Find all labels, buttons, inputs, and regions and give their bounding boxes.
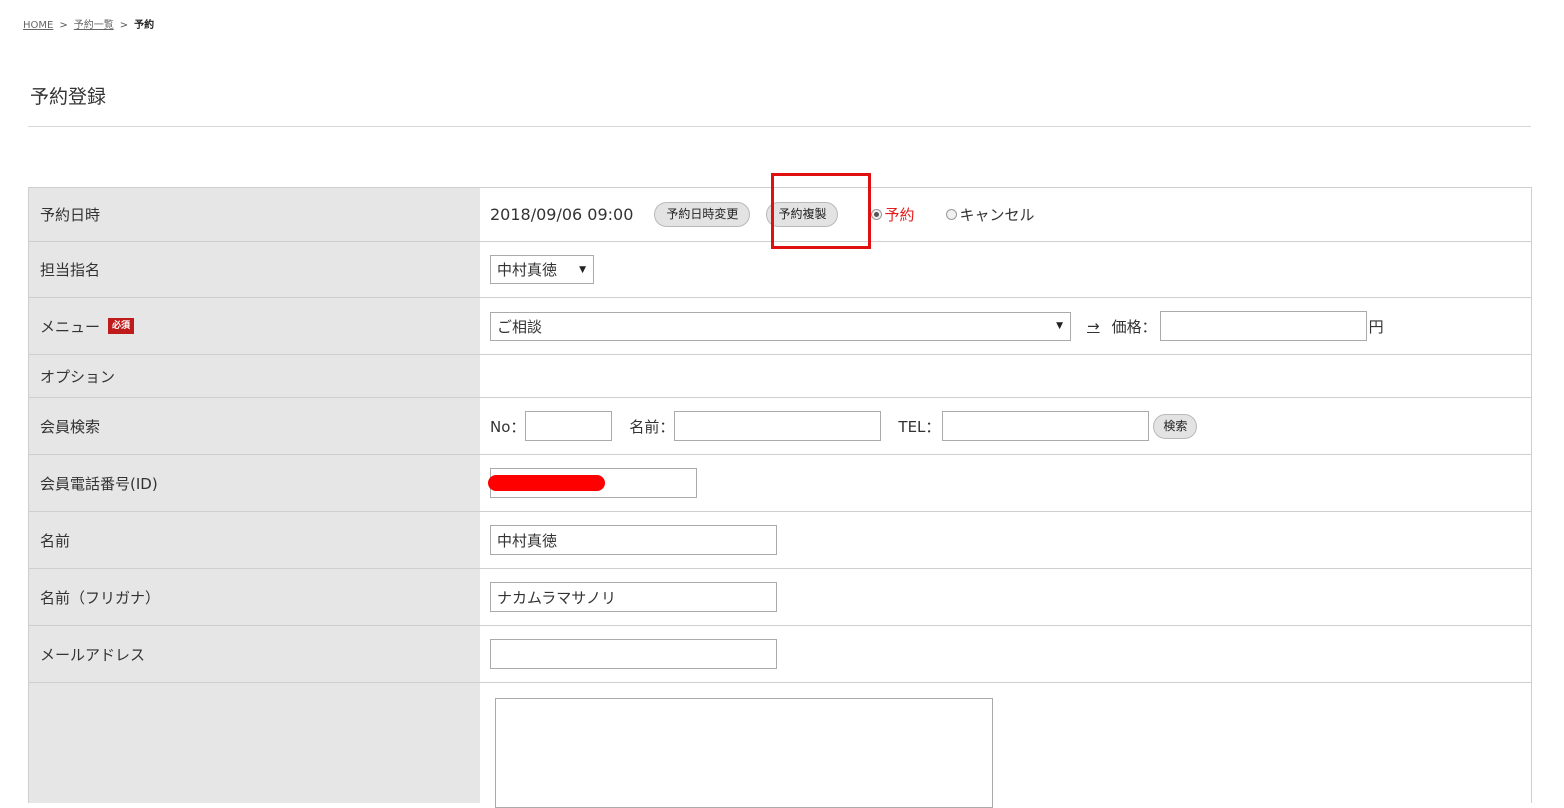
label-email: メールアドレス (29, 626, 480, 682)
value-name-kana: ナカムラマサノリ (480, 569, 1531, 625)
member-tel-input[interactable] (942, 411, 1150, 441)
price-unit: 円 (1368, 317, 1384, 336)
label-option: オプション (29, 355, 480, 397)
value-datetime: 2018/09/06 09:00 予約日時変更 予約複製 予約 キャンセル (480, 188, 1531, 241)
breadcrumb-separator: > (59, 20, 68, 31)
price-label: 価格： (1111, 317, 1157, 336)
value-staff: 中村真徳 ▼ (480, 242, 1531, 297)
row-email: メールアドレス (29, 626, 1531, 683)
member-name-input[interactable] (674, 411, 882, 441)
row-name-kana: 名前（フリガナ） ナカムラマサノリ (29, 569, 1531, 626)
staff-select[interactable]: 中村真徳 ▼ (490, 255, 594, 284)
member-search-button[interactable]: 検索 (1153, 413, 1198, 439)
price-input[interactable] (1159, 311, 1367, 341)
label-menu: メニュー 必須 (29, 298, 480, 354)
breadcrumb-home-link[interactable]: HOME (23, 20, 53, 31)
breadcrumb: HOME > 予約一覧 > 予約 (23, 16, 154, 31)
member-tel-label: TEL： (898, 417, 941, 436)
value-member-phone (480, 455, 1531, 511)
row-member-search: 会員検索 No： 名前： TEL： 検索 (29, 398, 1531, 455)
email-input[interactable] (490, 639, 777, 669)
radio-on-icon (871, 209, 883, 220)
dropdown-arrow-icon: ▼ (579, 264, 586, 275)
notes-textarea[interactable] (495, 698, 993, 808)
row-datetime: 予約日時 2018/09/06 09:00 予約日時変更 予約複製 予約 キャン… (29, 188, 1531, 242)
member-no-label: No： (490, 417, 526, 436)
arrow-right-icon: → (1087, 317, 1100, 335)
status-cancel-label: キャンセル (959, 206, 1035, 224)
staff-selected: 中村真徳 (497, 261, 558, 279)
value-option (480, 355, 1531, 397)
reservation-form: 予約日時 2018/09/06 09:00 予約日時変更 予約複製 予約 キャン… (28, 187, 1532, 808)
label-name-kana: 名前（フリガナ） (29, 569, 480, 625)
duplicate-reservation-button[interactable]: 予約複製 (766, 202, 839, 227)
title-divider (28, 126, 1531, 127)
value-name: 中村真徳 (480, 512, 1531, 568)
datetime-value: 2018/09/06 09:00 (490, 205, 634, 224)
menu-label: メニュー (40, 317, 101, 336)
label-notes (29, 683, 480, 803)
member-name-label: 名前： (629, 417, 675, 436)
label-member-phone: 会員電話番号(ID) (29, 455, 480, 511)
row-member-phone: 会員電話番号(ID) (29, 455, 1531, 512)
radio-off-icon (946, 209, 958, 220)
row-staff: 担当指名 中村真徳 ▼ (29, 242, 1531, 298)
breadcrumb-separator: > (119, 20, 129, 31)
name-input[interactable]: 中村真徳 (490, 525, 777, 555)
change-datetime-button[interactable]: 予約日時変更 (654, 202, 751, 227)
name-kana-input[interactable]: ナカムラマサノリ (490, 582, 777, 612)
row-menu: メニュー 必須 ご相談 ▼ → 価格： 円 (29, 298, 1531, 355)
required-badge: 必須 (108, 318, 135, 334)
row-name: 名前 中村真徳 (29, 512, 1531, 569)
status-reserve-radio[interactable]: 予約 (871, 204, 914, 225)
status-reserve-label: 予約 (884, 206, 915, 224)
value-notes (480, 683, 1531, 808)
label-name: 名前 (29, 512, 480, 568)
value-menu: ご相談 ▼ → 価格： 円 (480, 298, 1531, 354)
menu-select[interactable]: ご相談 ▼ (490, 311, 1071, 341)
value-email (480, 626, 1531, 682)
dropdown-arrow-icon: ▼ (1056, 321, 1063, 331)
value-member-search: No： 名前： TEL： 検索 (480, 398, 1531, 454)
breadcrumb-list-link[interactable]: 予約一覧 (74, 20, 114, 31)
redaction-mark (488, 475, 605, 491)
status-cancel-radio[interactable]: キャンセル (946, 204, 1034, 225)
row-option: オプション (29, 355, 1531, 398)
menu-selected: ご相談 (497, 317, 543, 336)
member-no-input[interactable] (525, 411, 613, 441)
label-datetime: 予約日時 (29, 188, 480, 241)
row-notes (29, 683, 1531, 808)
label-staff: 担当指名 (29, 242, 480, 297)
breadcrumb-current: 予約 (134, 20, 155, 31)
label-member-search: 会員検索 (29, 398, 480, 454)
page-title: 予約登録 (30, 86, 107, 108)
